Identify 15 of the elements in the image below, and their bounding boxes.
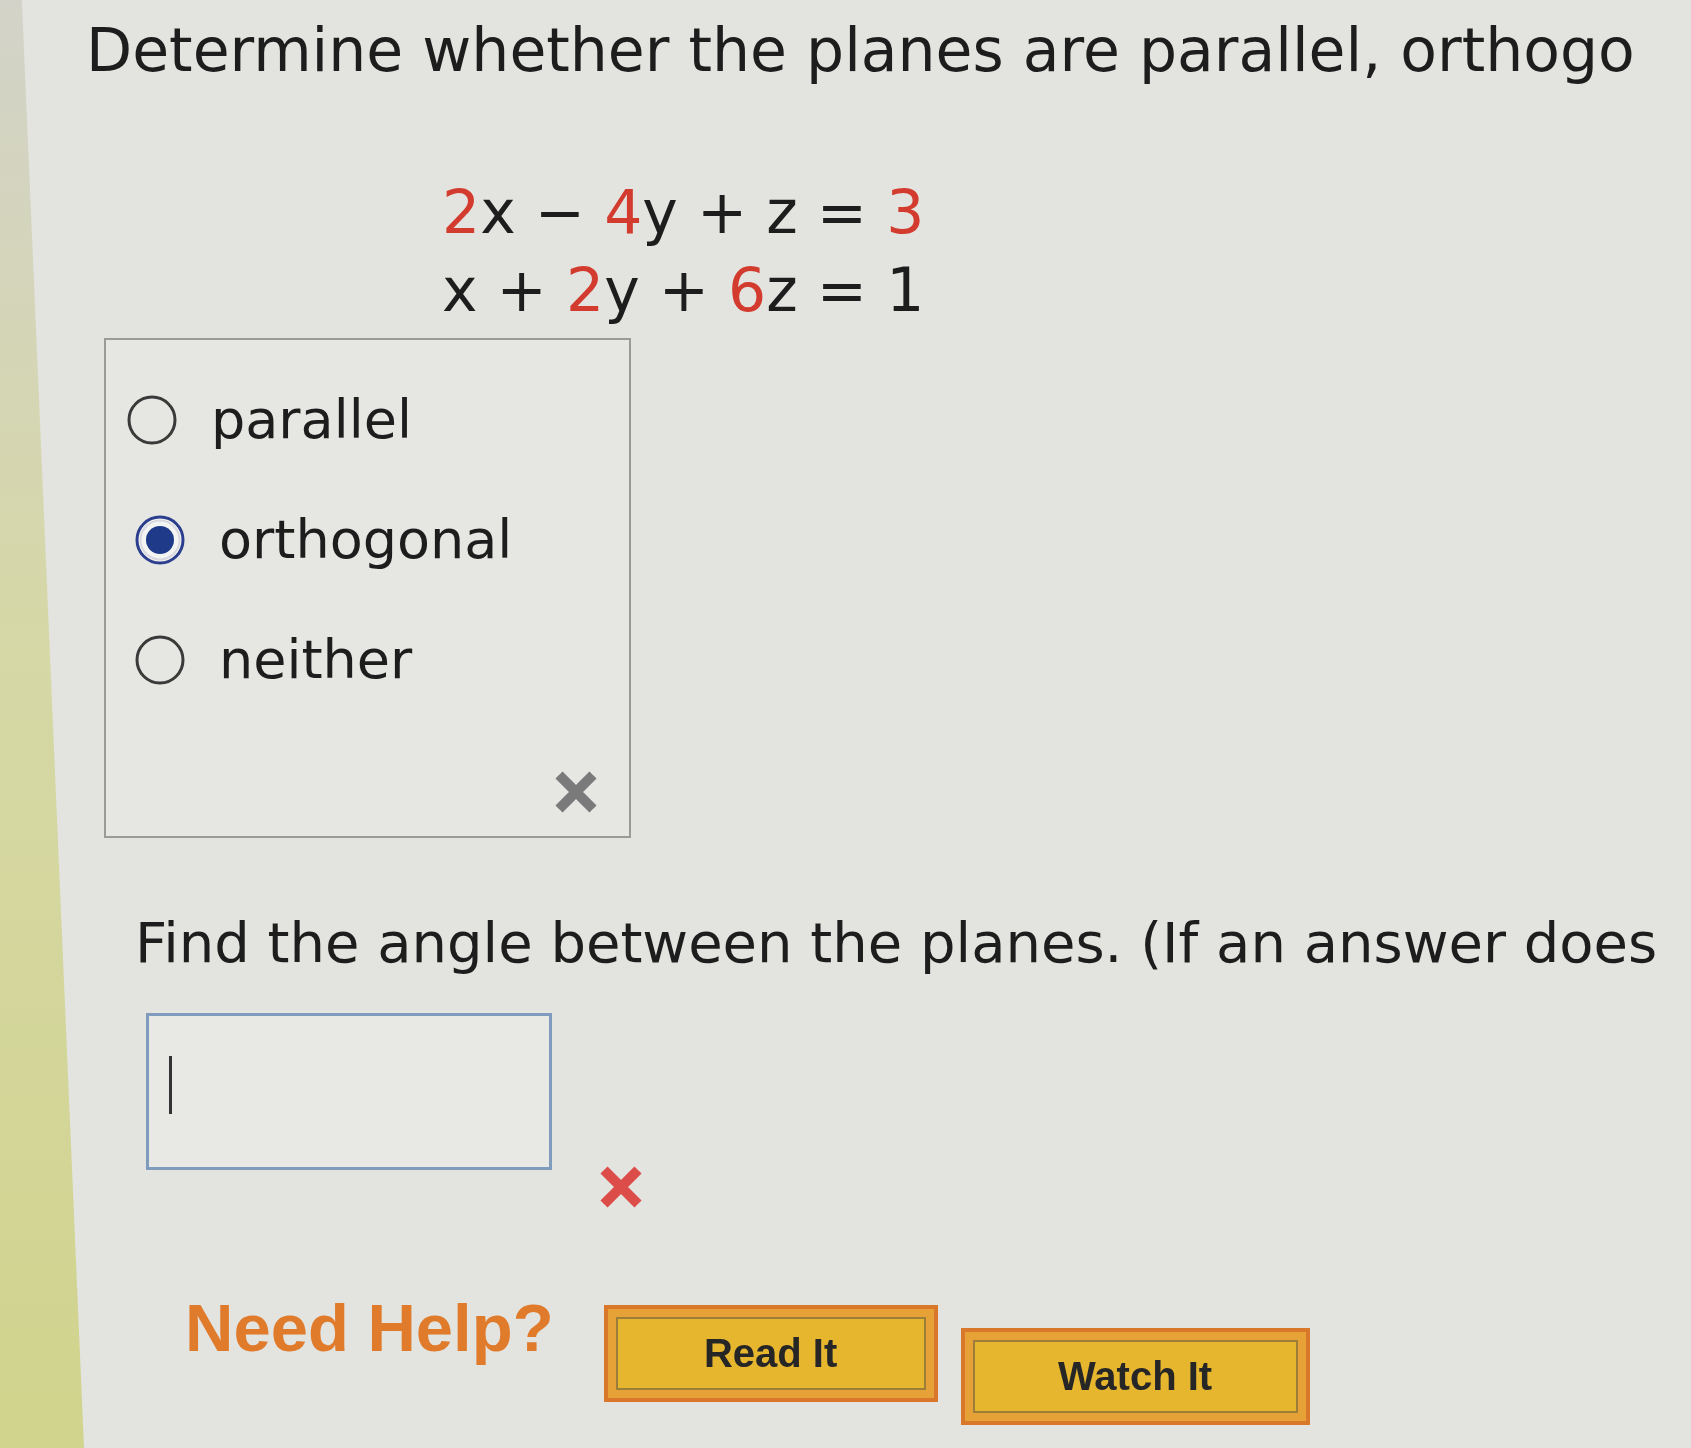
option-label: parallel [211,388,412,452]
need-help-label: Need Help? [185,1290,554,1366]
answer-field[interactable] [146,1013,552,1170]
text-cursor [169,1056,172,1114]
question-text: Determine whether the planes are parallel, orthogo [86,14,1635,86]
equation: 2x − 4y + z = 3 [442,176,925,249]
equation: x + 2y + 6z = 1 [442,254,925,327]
radio-button[interactable] [135,515,185,565]
option-label: neither [219,628,413,692]
question-text: Find the angle between the planes. (If an answer does [135,910,1658,976]
radio-button[interactable] [127,395,177,445]
option-label: orthogonal [219,508,513,572]
radio-button[interactable] [135,635,185,685]
help-button[interactable]: Read It [603,1305,938,1402]
help-button[interactable]: Watch It [960,1328,1310,1425]
